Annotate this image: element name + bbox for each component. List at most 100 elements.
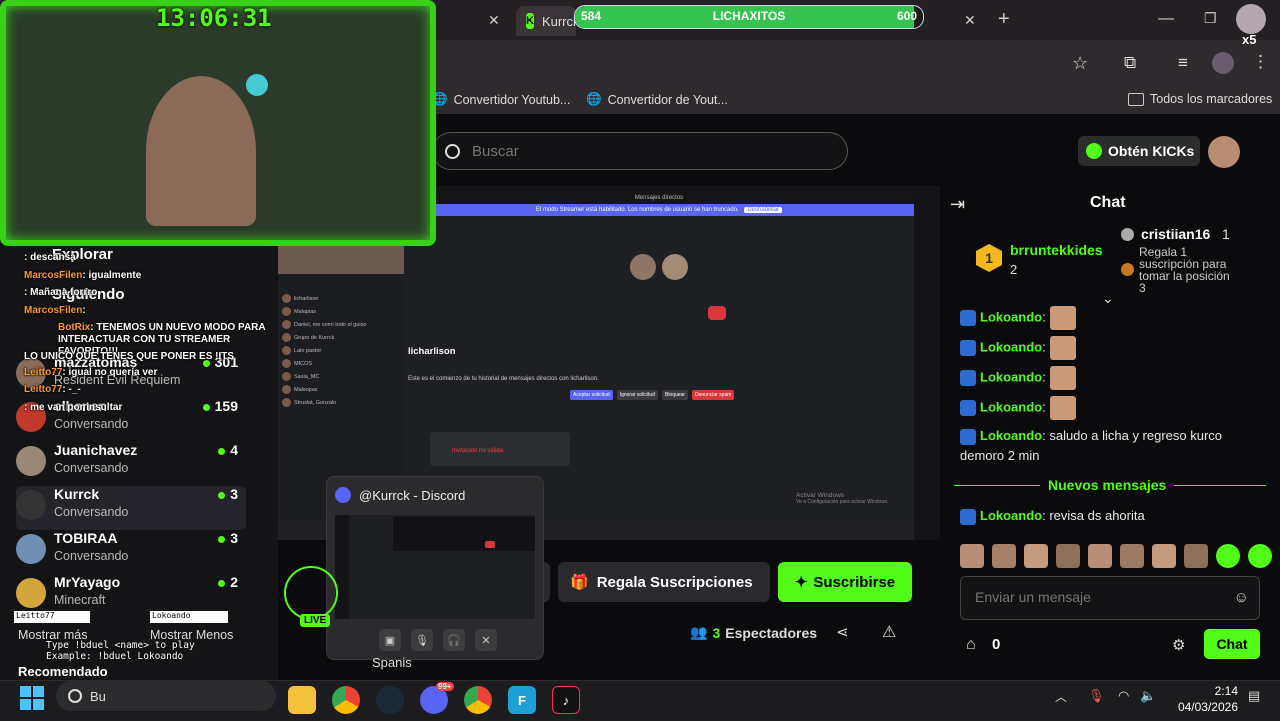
sidebar-channel-tobiraa[interactable]: TOBIRAA Conversando 3	[16, 530, 246, 574]
viewer-count: 159	[202, 398, 238, 414]
tab-kurrck[interactable]: K Kurrck	[516, 6, 580, 36]
user-avatar[interactable]	[1208, 136, 1240, 168]
emote-icon[interactable]	[1024, 544, 1048, 568]
volume-icon[interactable]: 🔈	[1140, 688, 1156, 704]
start-button[interactable]	[20, 686, 44, 710]
search-icon	[68, 689, 82, 703]
chat-message: Lokoando:	[960, 396, 1250, 420]
live-badge: LIVE	[300, 614, 331, 627]
minimize-icon[interactable]: —	[1158, 10, 1174, 28]
viewers: 👥 3 Espectadores	[690, 624, 818, 641]
settings-icon[interactable]: ⚙	[1172, 636, 1185, 654]
channel-avatar	[16, 578, 46, 608]
emote-icon[interactable]	[960, 544, 984, 568]
gift-subs-button[interactable]: 🎁 Regala Suscripciones	[558, 562, 770, 602]
call-avatar-2	[662, 254, 688, 280]
overlay-chat-line: LO UNICO QUE TENES QUE PONER ES !ITS	[24, 351, 235, 362]
search-input[interactable]	[470, 141, 814, 161]
tiktok-icon[interactable]: ♪	[552, 686, 580, 714]
collapse-chat-icon[interactable]: ⇥	[950, 194, 965, 215]
streamer-avatar[interactable]	[284, 566, 338, 620]
share-icon[interactable]: ⋖	[836, 623, 849, 641]
wifi-icon[interactable]: ◠	[1118, 688, 1129, 704]
chat-input[interactable]	[973, 588, 1217, 606]
webcam-overlay	[0, 0, 436, 246]
sidebar-recommended: Recomendado	[18, 664, 108, 679]
subscribe-button[interactable]: ✦ Suscribirse	[778, 562, 912, 602]
emote-icon[interactable]	[1248, 544, 1272, 568]
overlay-chat-line: MarcosFilen:	[24, 305, 86, 316]
star-icon[interactable]: ☆	[1072, 53, 1088, 74]
more-menu-icon[interactable]: ⋮	[1252, 52, 1269, 72]
emote-icon[interactable]	[1152, 544, 1176, 568]
emote-icon[interactable]	[1120, 544, 1144, 568]
all-bookmarks[interactable]: Todos los marcadores	[1128, 92, 1272, 106]
dm-profile-name: licharlison	[408, 346, 456, 357]
tray-chevron-icon[interactable]: ︿	[1055, 688, 1067, 705]
emote-icon[interactable]	[1216, 544, 1240, 568]
kick-coin-icon	[1086, 143, 1102, 159]
app-f-icon[interactable]: F	[508, 686, 536, 714]
sidebar-channel-juanichavez[interactable]: Juanichavez Conversando 4	[16, 442, 246, 486]
emote-icon[interactable]	[1056, 544, 1080, 568]
report-icon[interactable]: ⚠	[882, 622, 896, 642]
discord-icon[interactable]: 99+	[420, 682, 454, 714]
restore-icon[interactable]: ❐	[1204, 10, 1217, 27]
chrome-icon[interactable]	[332, 686, 360, 714]
extensions-icon[interactable]: ⧉	[1124, 53, 1136, 73]
dm-request-button: Aceptar solicitud	[570, 390, 613, 400]
headset-icon[interactable]: 🎧	[443, 629, 465, 651]
file-explorer-icon[interactable]	[288, 686, 316, 714]
activate-windows: Activar Windows Ve a Configuración para …	[796, 492, 889, 505]
emoji-icon[interactable]: ☺	[1234, 589, 1249, 606]
hangup-icon[interactable]: ✕	[475, 629, 497, 651]
chrome-profile-icon[interactable]	[464, 686, 492, 714]
call-avatar-1	[630, 254, 656, 280]
viewer-count: 3	[218, 530, 238, 546]
bookmark-1[interactable]: 🌐 Convertidor Youtub...	[432, 92, 570, 107]
chat-input-box[interactable]: ☺	[960, 576, 1260, 620]
dm-list-item: Struslat, Gonzalo	[282, 396, 366, 409]
notification-icon[interactable]: ▤	[1248, 688, 1260, 704]
sidebar-channel-kurrck[interactable]: Kurrck Conversando 3	[16, 486, 246, 530]
language-tag[interactable]: Spanis	[372, 655, 412, 670]
overlay-chat-line: : descansa	[24, 252, 76, 263]
leader-1-count: 2	[1010, 262, 1018, 277]
get-kicks-button[interactable]: Obtén KICKs	[1078, 136, 1200, 166]
mic-icon[interactable]: 🎙	[411, 629, 433, 651]
discord-notification-badge: 99+	[436, 682, 454, 691]
emote-icon[interactable]	[992, 544, 1016, 568]
camera-icon[interactable]: ▣	[379, 629, 401, 651]
folder-icon	[1128, 92, 1144, 106]
profile-avatar[interactable]	[1212, 52, 1234, 74]
overlay-clock: 13:06:31	[156, 4, 272, 32]
goal-title: LICHAXITOS	[712, 9, 786, 23]
emote-icon[interactable]	[1088, 544, 1112, 568]
emote-icon	[1049, 336, 1076, 360]
channel-category: Conversando	[54, 505, 129, 519]
viewer-count: 4	[218, 442, 238, 458]
send-chat-button[interactable]: Chat	[1204, 629, 1260, 659]
points-icon: ⌂	[966, 636, 976, 653]
steam-icon[interactable]	[376, 686, 404, 714]
bookmark-2[interactable]: 🌐 Convertidor de Yout...	[586, 92, 728, 107]
leader-1-name[interactable]: brruntekkides	[1010, 242, 1103, 258]
emote-icon[interactable]	[1184, 544, 1208, 568]
mic-tray-icon[interactable]: 🎙	[1088, 688, 1105, 704]
leader-2-name[interactable]: cristiian16	[1141, 226, 1210, 242]
taskbar-clock[interactable]: 2:14 04/03/2026	[1176, 683, 1238, 715]
new-tab-button[interactable]: +	[998, 8, 1010, 31]
expand-leaderboard-icon[interactable]: ⌄	[1102, 290, 1114, 307]
chat-message-last: Lokoando: revisa ds ahorita	[960, 508, 1145, 525]
reading-list-icon[interactable]: ≡	[1178, 53, 1188, 73]
users-icon: 👥	[690, 624, 708, 640]
viewer-count: 3	[218, 486, 238, 502]
close-icon[interactable]: ✕	[488, 12, 500, 29]
overlay-chat-line: MarcosFilen: igualmente	[24, 270, 142, 281]
discord-preview-thumbnail	[335, 515, 535, 619]
search-bar[interactable]	[432, 132, 848, 170]
taskbar-search[interactable]: Bu	[56, 681, 276, 711]
sub-badge-icon	[960, 428, 976, 445]
close-tab-icon[interactable]: ✕	[964, 12, 976, 29]
discord-taskbar-preview[interactable]: @Kurrck - Discord ▣ 🎙 🎧 ✕	[326, 476, 544, 660]
